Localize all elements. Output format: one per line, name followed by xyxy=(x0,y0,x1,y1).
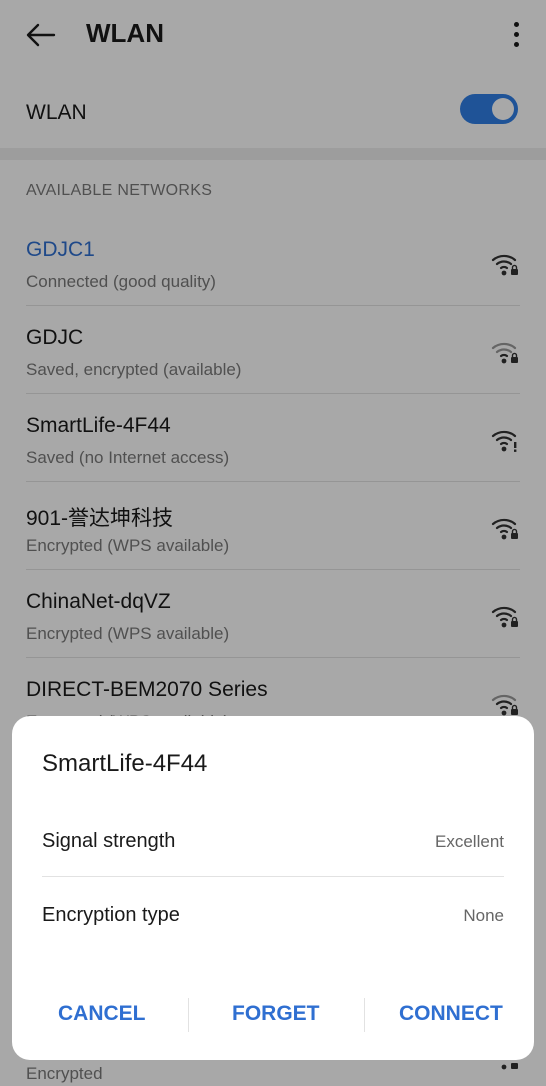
cancel-button[interactable]: CANCEL xyxy=(58,1002,146,1026)
encryption-type-row: Encryption type None xyxy=(42,884,504,950)
connect-button[interactable]: CONNECT xyxy=(399,1002,503,1026)
encryption-type-value: None xyxy=(463,906,504,925)
network-details-dialog: SmartLife-4F44 Signal strength Excellent… xyxy=(12,716,534,1060)
forget-button[interactable]: FORGET xyxy=(232,1002,320,1026)
button-divider xyxy=(364,998,365,1032)
encryption-type-label: Encryption type xyxy=(42,904,180,926)
signal-strength-value: Excellent xyxy=(435,832,504,851)
signal-strength-label: Signal strength xyxy=(42,830,176,852)
dialog-title: SmartLife-4F44 xyxy=(42,750,208,777)
button-divider xyxy=(188,998,189,1032)
dialog-button-bar: CANCEL FORGET CONNECT xyxy=(12,986,534,1050)
dialog-divider xyxy=(42,876,504,877)
signal-strength-row: Signal strength Excellent xyxy=(42,810,504,876)
